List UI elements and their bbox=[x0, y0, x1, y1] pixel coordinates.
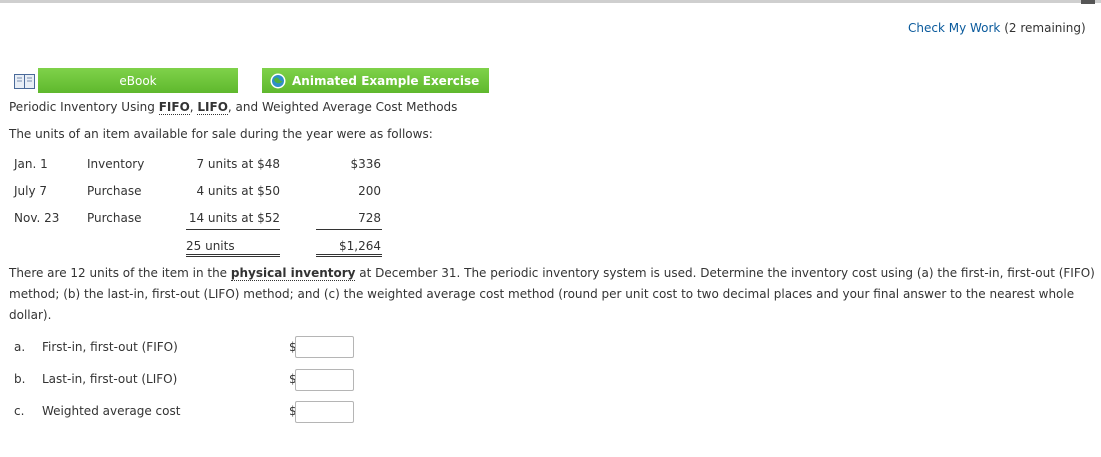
answer-label-weighted-average: Weighted average cost bbox=[42, 404, 181, 418]
total-cost: $1,264 bbox=[339, 239, 381, 253]
weighted-average-answer-input[interactable] bbox=[295, 401, 354, 423]
animated-example-button[interactable]: Animated Example Exercise bbox=[262, 68, 489, 93]
title-suffix: , and Weighted Average Cost Methods bbox=[227, 100, 458, 114]
row-units: 4 units at $50 bbox=[196, 184, 280, 198]
check-my-work-link[interactable]: Check My Work (2 remaining) bbox=[908, 21, 1086, 35]
problem-title: Periodic Inventory Using FIFO, LIFO, and… bbox=[9, 100, 458, 115]
row-date: Jan. 1 bbox=[14, 157, 48, 171]
top-border bbox=[0, 0, 1101, 3]
globe-icon bbox=[270, 73, 286, 89]
para-part1: There are 12 units of the item in the bbox=[9, 266, 231, 280]
row-cost: 728 bbox=[358, 211, 381, 225]
title-prefix: Periodic Inventory Using bbox=[9, 100, 159, 114]
fifo-term-link[interactable]: FIFO bbox=[158, 100, 190, 115]
answer-letter: a. bbox=[14, 340, 26, 354]
ebook-button[interactable]: eBook bbox=[38, 68, 238, 93]
answer-letter: b. bbox=[14, 372, 26, 386]
check-my-work-label[interactable]: Check My Work bbox=[908, 21, 1000, 35]
check-remaining-count: (2 remaining) bbox=[1004, 21, 1086, 35]
row-type: Purchase bbox=[87, 211, 142, 225]
units-divider bbox=[186, 229, 280, 230]
row-date: July 7 bbox=[14, 184, 48, 198]
lifo-term-link[interactable]: LIFO bbox=[197, 100, 228, 115]
animated-example-label: Animated Example Exercise bbox=[292, 73, 480, 88]
physical-inventory-link[interactable]: physical inventory bbox=[230, 266, 356, 281]
book-icon[interactable] bbox=[14, 74, 35, 89]
cost-double-rule bbox=[316, 254, 382, 257]
fifo-answer-input[interactable] bbox=[295, 336, 354, 358]
answer-label-fifo: First-in, first-out (FIFO) bbox=[42, 340, 178, 354]
row-cost: $336 bbox=[350, 157, 381, 171]
row-type: Inventory bbox=[87, 157, 145, 171]
answer-letter: c. bbox=[14, 404, 25, 418]
toolbar-icon[interactable] bbox=[1081, 0, 1095, 4]
units-double-rule bbox=[186, 254, 280, 257]
problem-intro: The units of an item available for sale … bbox=[9, 127, 433, 141]
cost-divider bbox=[316, 229, 382, 230]
row-cost: 200 bbox=[358, 184, 381, 198]
problem-paragraph: There are 12 units of the item in the ph… bbox=[9, 263, 1099, 326]
lifo-answer-input[interactable] bbox=[295, 369, 354, 391]
row-type: Purchase bbox=[87, 184, 142, 198]
ebook-button-label: eBook bbox=[119, 73, 157, 88]
row-units: 7 units at $48 bbox=[196, 157, 280, 171]
row-date: Nov. 23 bbox=[14, 211, 60, 225]
total-units: 25 units bbox=[186, 239, 235, 253]
answer-label-lifo: Last-in, first-out (LIFO) bbox=[42, 372, 178, 386]
row-units: 14 units at $52 bbox=[188, 211, 280, 225]
